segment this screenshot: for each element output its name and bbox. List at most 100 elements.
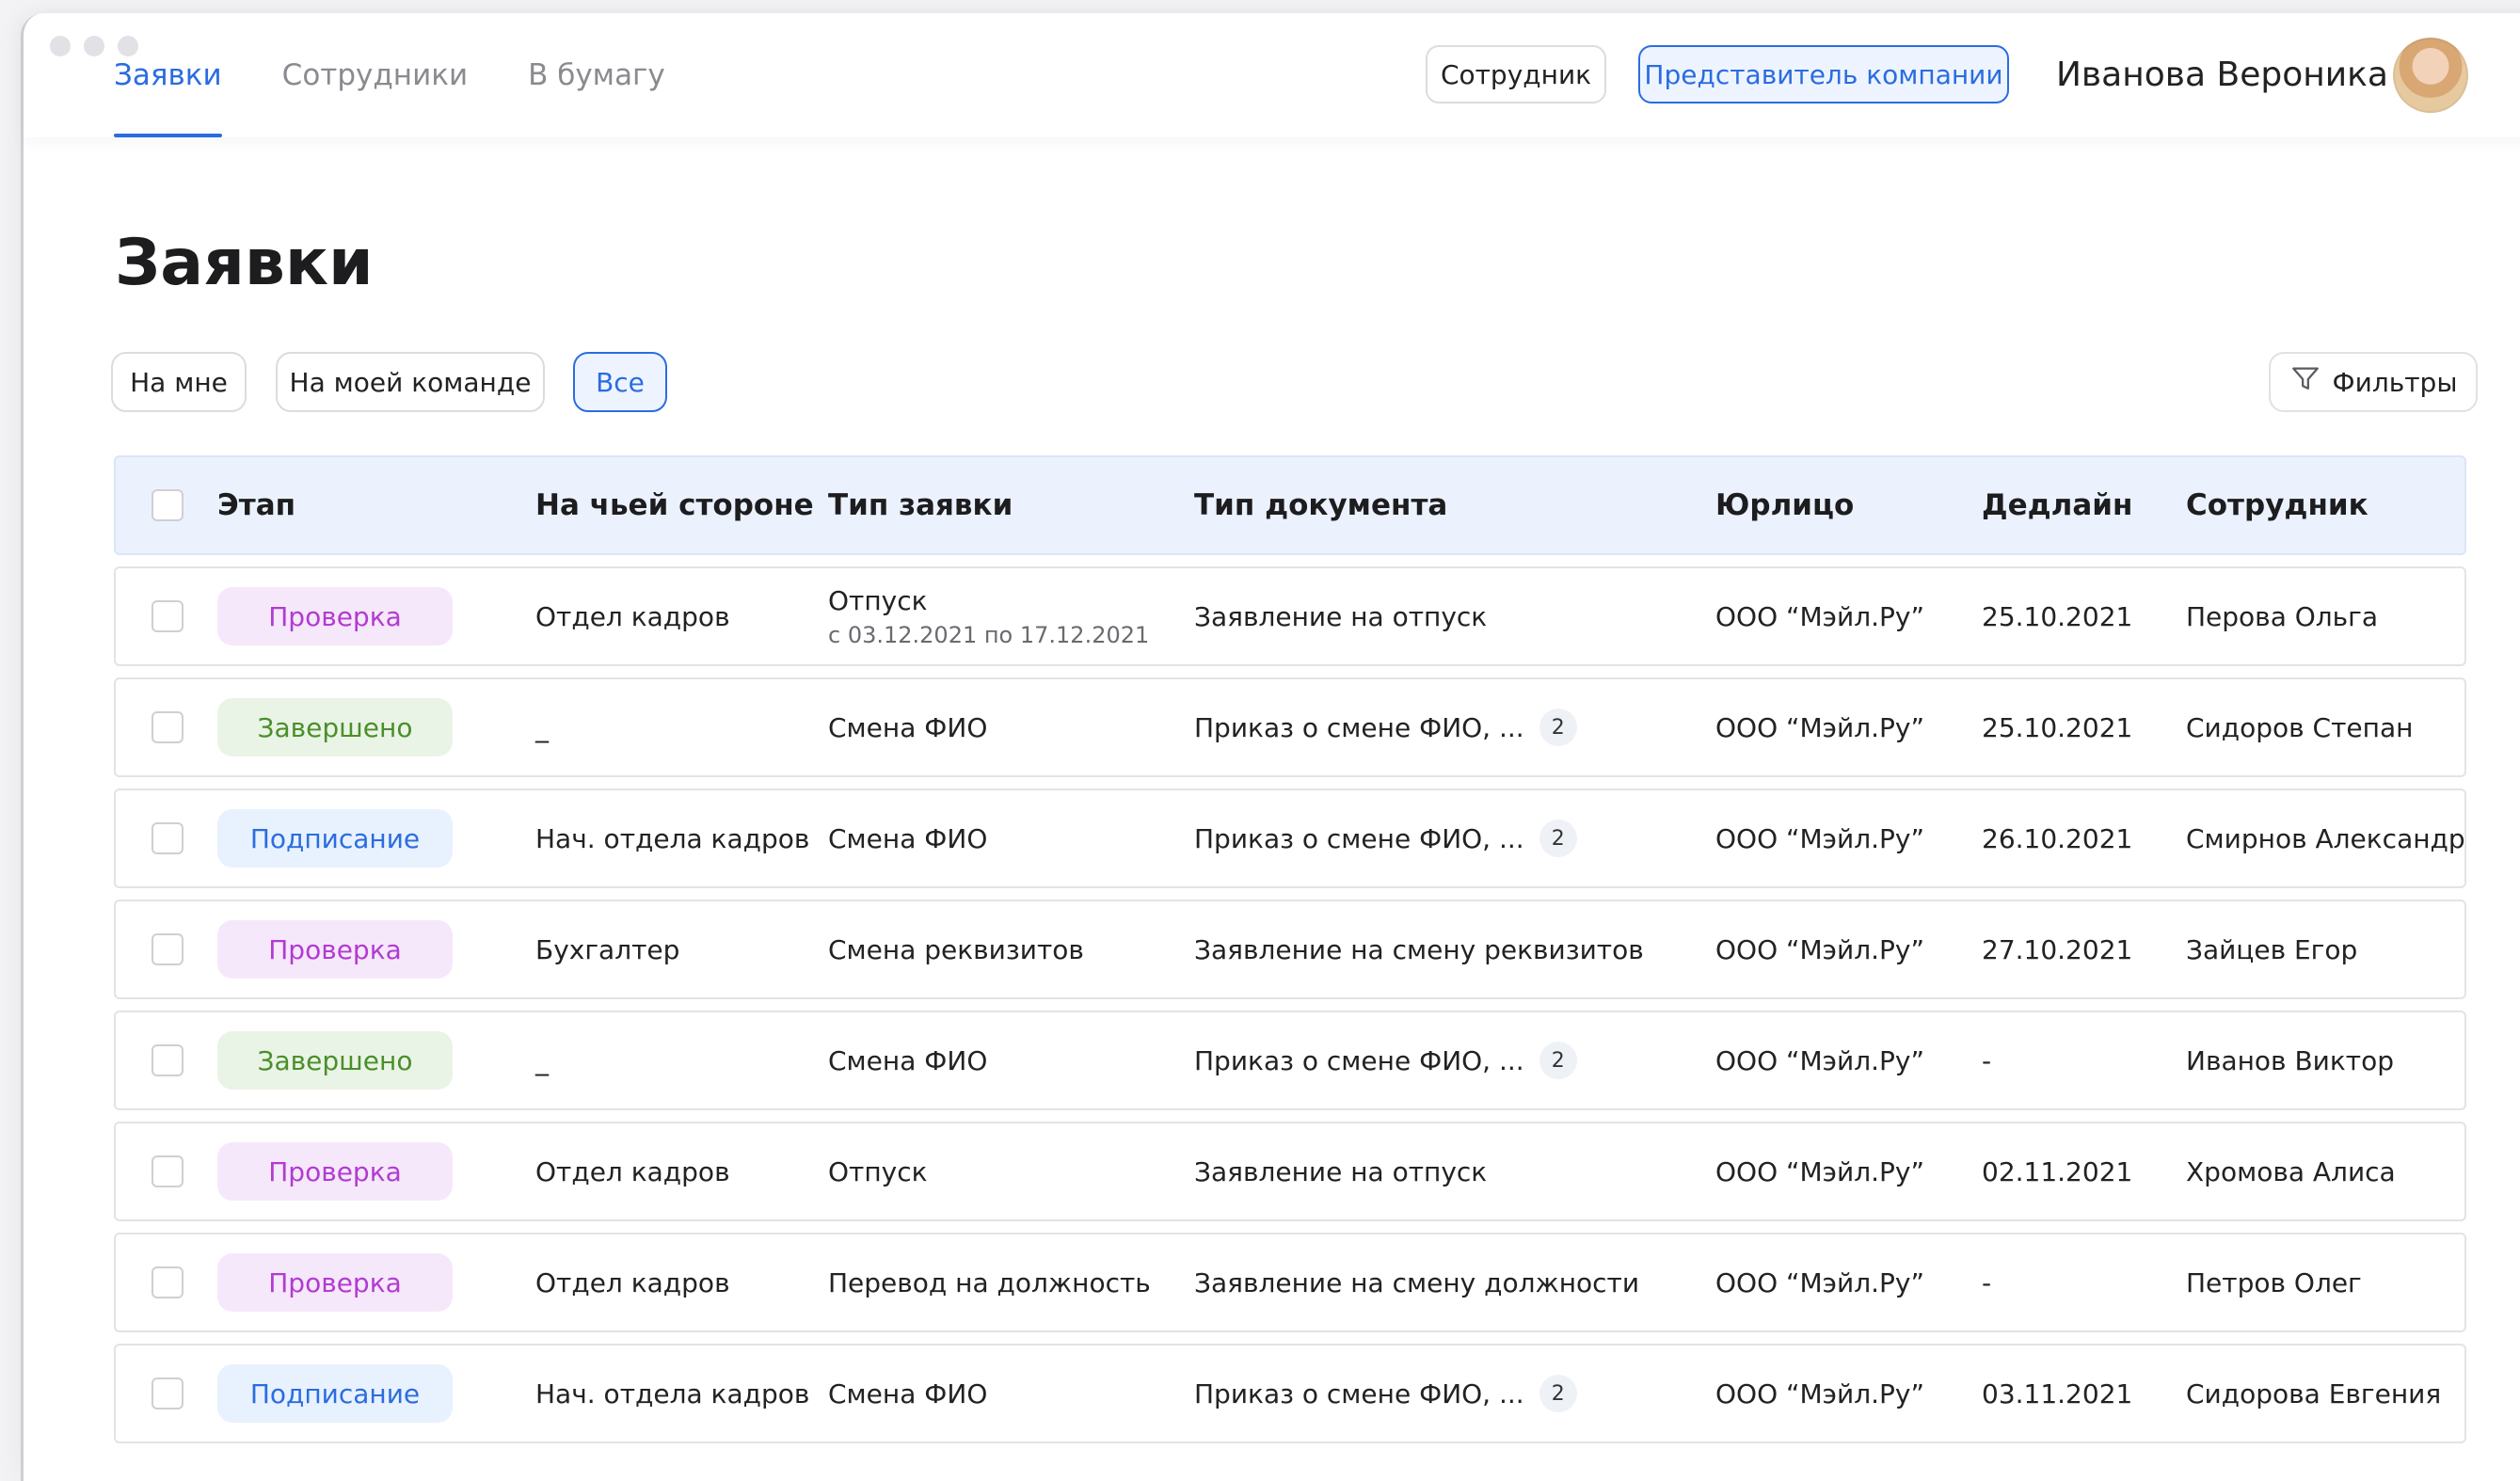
- document-type-cell: Заявление на смену должности: [1194, 1234, 1639, 1330]
- employee-cell: Зайцев Егор: [2186, 933, 2358, 965]
- request-type-cell: Смена ФИО: [828, 711, 988, 743]
- request-period: с 03.12.2021 по 17.12.2021: [828, 621, 1150, 648]
- document-count-badge[interactable]: 2: [1539, 709, 1577, 746]
- document-type: Заявление на отпуск: [1194, 1155, 1488, 1187]
- status-badge: Завершено: [217, 1031, 453, 1090]
- filter-chip-my-team[interactable]: На моей команде: [276, 352, 545, 412]
- document-type: Приказ о смене ФИО, ...: [1194, 822, 1524, 854]
- request-type-cell: Отпуск: [828, 1155, 928, 1187]
- request-type-cell: Перевод на должность: [828, 1266, 1151, 1298]
- legal-entity-cell: ООО “Мэйл.Ру”: [1715, 933, 1925, 965]
- page-title: Заявки: [115, 226, 374, 300]
- header-legal-entity[interactable]: Юрлицо: [1715, 457, 1854, 553]
- status-badge: Подписание: [217, 1364, 453, 1423]
- employee-cell: Смирнов Александр: [2186, 822, 2465, 854]
- status-badge: Проверка: [217, 587, 453, 645]
- document-count-badge[interactable]: 2: [1539, 1042, 1577, 1079]
- document-type: Заявление на смену реквизитов: [1194, 933, 1644, 965]
- role-representative-button[interactable]: Представитель компании: [1638, 45, 2009, 104]
- request-type-cell: Смена ФИО: [828, 1044, 988, 1076]
- employee-cell: Сидорова Евгения: [2186, 1377, 2442, 1409]
- table-row[interactable]: Завершено _ Смена ФИО Приказ о смене ФИО…: [114, 1011, 2466, 1110]
- row-checkbox[interactable]: [152, 822, 183, 854]
- row-checkbox[interactable]: [152, 933, 183, 965]
- table-row[interactable]: Завершено _ Смена ФИО Приказ о смене ФИО…: [114, 677, 2466, 777]
- legal-entity-cell: ООО “Мэйл.Ру”: [1715, 1266, 1925, 1298]
- employee-cell: Петров Олег: [2186, 1266, 2362, 1298]
- header-side[interactable]: На чьей стороне: [535, 457, 814, 553]
- request-type-cell: Смена ФИО: [828, 1377, 988, 1409]
- document-count-badge[interactable]: 2: [1539, 820, 1577, 857]
- tab-requests[interactable]: Заявки: [114, 13, 222, 137]
- deadline-cell: 26.10.2021: [1982, 822, 2133, 854]
- table-row[interactable]: Подписание Нач. отдела кадров Смена ФИО …: [114, 788, 2466, 888]
- legal-entity-cell: ООО “Мэйл.Ру”: [1715, 1155, 1925, 1187]
- document-type: Заявление на смену должности: [1194, 1266, 1640, 1298]
- employee-cell: Перова Ольга: [2186, 600, 2379, 632]
- header-request-type[interactable]: Тип заявки: [828, 457, 1013, 553]
- main-nav: Заявки Сотрудники В бумагу: [114, 13, 665, 137]
- table-row[interactable]: Проверка Отдел кадров Отпуск с 03.12.202…: [114, 566, 2466, 666]
- legal-entity-cell: ООО “Мэйл.Ру”: [1715, 600, 1925, 632]
- status-badge: Проверка: [217, 1142, 453, 1201]
- deadline-cell: 02.11.2021: [1982, 1155, 2133, 1187]
- role-employee-button[interactable]: Сотрудник: [1426, 45, 1606, 104]
- row-checkbox[interactable]: [152, 1377, 183, 1409]
- deadline-cell: 03.11.2021: [1982, 1377, 2133, 1409]
- user-name[interactable]: Иванова Вероника: [2056, 13, 2388, 137]
- filter-chip-mine[interactable]: На мне: [111, 352, 247, 412]
- deadline-cell: -: [1982, 1044, 1992, 1076]
- table-row[interactable]: Проверка Отдел кадров Отпуск Заявление н…: [114, 1122, 2466, 1221]
- header-stage[interactable]: Этап: [217, 457, 295, 553]
- side-cell: _: [535, 1044, 549, 1076]
- top-navigation-bar: Заявки Сотрудники В бумагу Сотрудник Пре…: [24, 13, 2520, 137]
- row-checkbox[interactable]: [152, 600, 183, 632]
- employee-cell: Сидоров Степан: [2186, 711, 2414, 743]
- document-type: Приказ о смене ФИО, ...: [1194, 1377, 1524, 1409]
- document-type: Заявление на отпуск: [1194, 600, 1488, 632]
- filters-button[interactable]: Фильтры: [2269, 352, 2478, 412]
- document-type-cell: Приказ о смене ФИО, ... 2: [1194, 1012, 1577, 1108]
- table-header: Этап На чьей стороне Тип заявки Тип доку…: [114, 455, 2466, 555]
- document-type-cell: Приказ о смене ФИО, ... 2: [1194, 1346, 1577, 1441]
- deadline-cell: 25.10.2021: [1982, 600, 2133, 632]
- side-cell: Отдел кадров: [535, 1155, 730, 1187]
- header-deadline[interactable]: Дедлайн: [1982, 457, 2132, 553]
- document-count-badge[interactable]: 2: [1539, 1375, 1577, 1412]
- app-window: Заявки Сотрудники В бумагу Сотрудник Пре…: [21, 13, 2520, 1481]
- header-employee[interactable]: Сотрудник: [2186, 457, 2368, 553]
- status-badge: Подписание: [217, 809, 453, 868]
- side-cell: Отдел кадров: [535, 1266, 730, 1298]
- row-checkbox[interactable]: [152, 1155, 183, 1187]
- status-badge: Проверка: [217, 1253, 453, 1312]
- tab-employees[interactable]: Сотрудники: [282, 13, 468, 137]
- select-all-checkbox[interactable]: [152, 489, 183, 521]
- request-type-cell: Отпуск с 03.12.2021 по 17.12.2021: [828, 568, 1149, 664]
- side-cell: Отдел кадров: [535, 600, 730, 632]
- requests-table: Этап На чьей стороне Тип заявки Тип доку…: [114, 455, 2466, 1443]
- tab-to-paper[interactable]: В бумагу: [528, 13, 665, 137]
- request-type-cell: Смена ФИО: [828, 822, 988, 854]
- document-type: Приказ о смене ФИО, ...: [1194, 711, 1524, 743]
- document-type-cell: Заявление на смену реквизитов: [1194, 901, 1644, 997]
- document-type-cell: Приказ о смене ФИО, ... 2: [1194, 790, 1577, 886]
- legal-entity-cell: ООО “Мэйл.Ру”: [1715, 711, 1925, 743]
- request-type: Отпуск: [828, 584, 928, 616]
- filter-chip-all[interactable]: Все: [573, 352, 667, 412]
- row-checkbox[interactable]: [152, 1044, 183, 1076]
- row-checkbox[interactable]: [152, 1266, 183, 1298]
- table-row[interactable]: Проверка Бухгалтер Смена реквизитов Заяв…: [114, 900, 2466, 999]
- avatar[interactable]: [2393, 38, 2468, 113]
- deadline-cell: 25.10.2021: [1982, 711, 2133, 743]
- legal-entity-cell: ООО “Мэйл.Ру”: [1715, 822, 1925, 854]
- deadline-cell: -: [1982, 1266, 1992, 1298]
- deadline-cell: 27.10.2021: [1982, 933, 2133, 965]
- table-row[interactable]: Проверка Отдел кадров Перевод на должнос…: [114, 1233, 2466, 1332]
- filters-label: Фильтры: [2332, 366, 2458, 398]
- table-row[interactable]: Подписание Нач. отдела кадров Смена ФИО …: [114, 1344, 2466, 1443]
- document-type-cell: Заявление на отпуск: [1194, 568, 1487, 664]
- header-document-type[interactable]: Тип документа: [1194, 457, 1447, 553]
- status-badge: Завершено: [217, 698, 453, 756]
- row-checkbox[interactable]: [152, 711, 183, 743]
- document-type-cell: Приказ о смене ФИО, ... 2: [1194, 679, 1577, 775]
